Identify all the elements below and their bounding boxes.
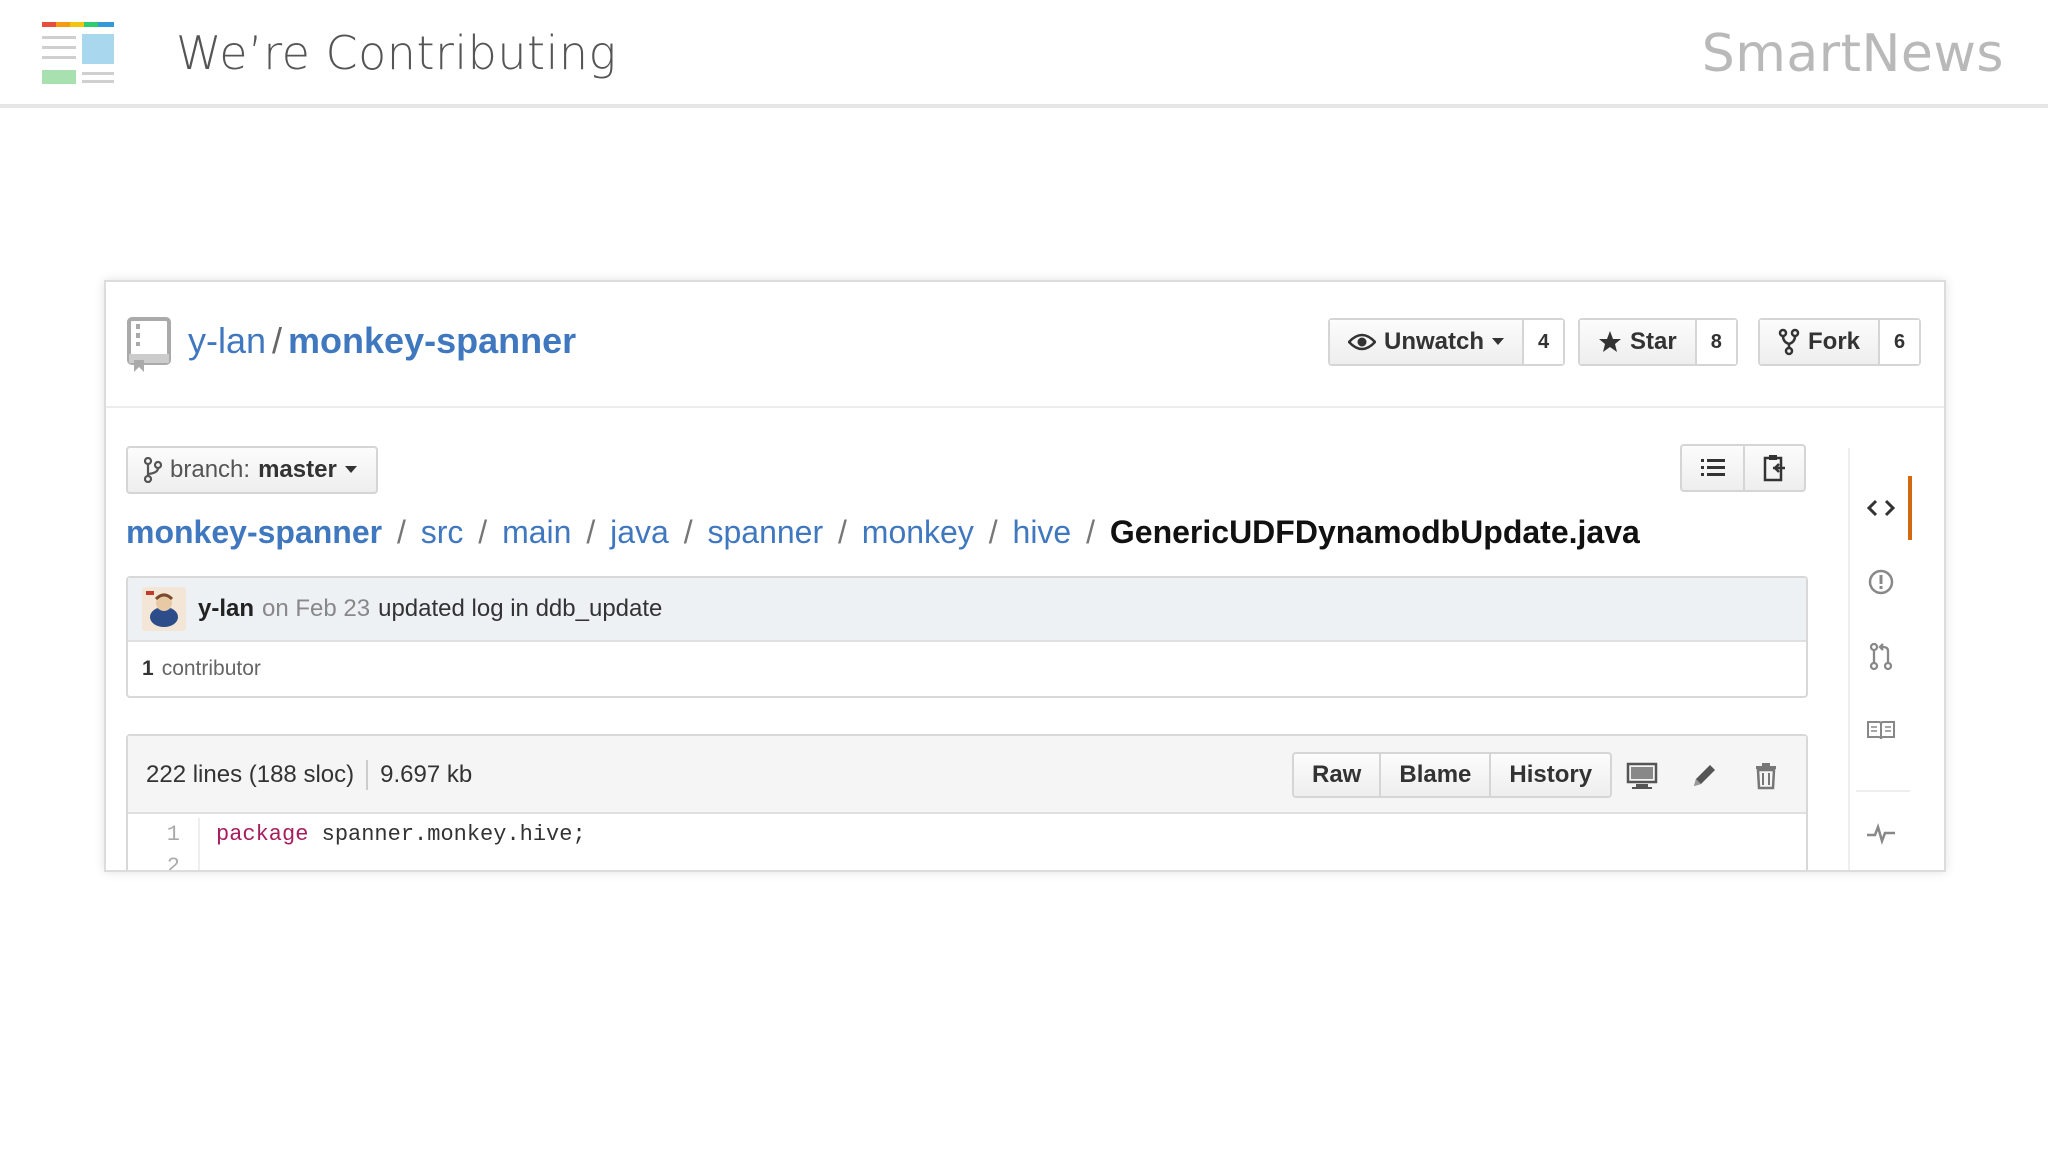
commit-message-link[interactable]: updated log in ddb_update xyxy=(378,595,662,623)
copy-path-button[interactable] xyxy=(1743,446,1804,490)
repo-name-link[interactable]: monkey-spanner xyxy=(288,320,576,361)
history-button[interactable]: History xyxy=(1489,754,1610,796)
unwatch-button[interactable]: Unwatch xyxy=(1330,320,1525,364)
repo-icon xyxy=(127,317,171,372)
slide-header: We’re Contributing SmartNews xyxy=(0,0,2048,108)
star-button[interactable]: Star xyxy=(1580,320,1697,364)
star-group: Star 8 xyxy=(1578,318,1738,366)
nav-pulse[interactable] xyxy=(1850,804,1912,864)
contributors-row[interactable]: 1 contributor xyxy=(128,642,1806,696)
list-icon xyxy=(1700,459,1725,476)
commit-date: on Feb 23 xyxy=(262,595,371,622)
smartnews-logo-icon xyxy=(42,22,114,84)
code-line: 2 xyxy=(128,850,1806,870)
branch-prefix: branch: xyxy=(170,456,251,483)
repo-title-separator: / xyxy=(272,320,283,361)
forks-count[interactable]: 6 xyxy=(1880,320,1920,364)
repo-owner-link[interactable]: y-lan xyxy=(188,320,266,361)
jump-to-line-button[interactable] xyxy=(1682,446,1743,490)
nav-wiki[interactable] xyxy=(1850,700,1912,760)
file-action-buttons: Raw Blame History xyxy=(1292,752,1613,798)
nav-code[interactable] xyxy=(1850,478,1912,538)
branch-select-button[interactable]: branch: master xyxy=(126,446,378,494)
book-icon xyxy=(1867,721,1895,740)
file-icon-buttons xyxy=(1626,760,1782,792)
repo-header: y-lan / monkey-spanner Unwatch 4 Star 8 Fo… xyxy=(106,282,1944,408)
breadcrumb-separator: / xyxy=(988,514,998,550)
caret-down-icon xyxy=(344,466,357,473)
nav-pull-requests[interactable] xyxy=(1850,626,1912,686)
code-line: 1 package spanner.monkey.hive; xyxy=(128,818,1806,850)
breadcrumb-separator: / xyxy=(396,514,406,550)
watch-group: Unwatch 4 xyxy=(1328,318,1566,366)
repo-title: y-lan / monkey-spanner xyxy=(188,320,576,362)
file-tools xyxy=(1680,444,1806,492)
latest-commit-box: y-lan on Feb 23 updated log in ddb_updat… xyxy=(126,576,1808,698)
breadcrumb-link-src[interactable]: src xyxy=(421,514,464,550)
slide-title: We’re Contributing xyxy=(176,26,617,80)
star-label: Star xyxy=(1630,328,1677,355)
star-icon xyxy=(1599,331,1621,352)
contributors-label: contributor xyxy=(161,657,261,680)
raw-button[interactable]: Raw xyxy=(1294,754,1379,796)
code-text: package spanner.monkey.hive; xyxy=(200,822,586,847)
unwatch-label: Unwatch xyxy=(1384,328,1485,355)
watchers-count[interactable]: 4 xyxy=(1524,320,1564,364)
trash-icon[interactable] xyxy=(1750,760,1782,792)
stars-count[interactable]: 8 xyxy=(1696,320,1736,364)
file-size: 9.697 kb xyxy=(380,761,473,788)
file-info: 222 lines (188 sloc) 9.697 kb xyxy=(146,760,472,790)
commit-author-link[interactable]: y-lan xyxy=(198,595,254,623)
line-number[interactable]: 1 xyxy=(128,818,200,850)
breadcrumb-link-hive[interactable]: hive xyxy=(1013,514,1072,550)
pencil-icon[interactable] xyxy=(1688,760,1720,792)
breadcrumb-separator: / xyxy=(683,514,693,550)
fork-group: Fork 6 xyxy=(1758,318,1922,366)
file-content-box: 222 lines (188 sloc) 9.697 kb Raw Blame … xyxy=(126,734,1808,870)
breadcrumb-separator: / xyxy=(478,514,488,550)
breadcrumb-current-file: GenericUDFDynamodbUpdate.java xyxy=(1109,514,1640,550)
breadcrumb-separator: / xyxy=(586,514,596,550)
code-icon xyxy=(1867,499,1895,517)
brand-name: SmartNews xyxy=(1701,24,2004,84)
breadcrumb-separator: / xyxy=(1086,514,1095,550)
pull-request-icon xyxy=(1869,642,1893,671)
pulse-icon xyxy=(1867,823,1895,845)
side-nav-divider xyxy=(1856,790,1910,792)
file-line-count: 222 lines (188 sloc) xyxy=(146,761,355,788)
breadcrumb-link-spanner[interactable]: spanner xyxy=(707,514,823,550)
breadcrumb-link-main[interactable]: main xyxy=(502,514,571,550)
github-file-view: y-lan / monkey-spanner Unwatch 4 Star 8 Fo… xyxy=(104,280,1946,872)
file-info-divider xyxy=(366,760,369,790)
issue-icon xyxy=(1868,569,1894,595)
caret-down-icon xyxy=(1492,338,1505,345)
fork-icon xyxy=(1778,328,1800,356)
branch-name: master xyxy=(258,456,337,483)
breadcrumb-link-monkey[interactable]: monkey xyxy=(862,514,974,550)
fork-button[interactable]: Fork xyxy=(1760,320,1881,364)
line-number[interactable]: 2 xyxy=(128,850,200,870)
desktop-icon[interactable] xyxy=(1626,760,1658,792)
author-avatar[interactable] xyxy=(142,587,186,631)
eye-icon xyxy=(1348,333,1376,351)
branch-icon xyxy=(144,457,162,483)
breadcrumb-separator: / xyxy=(838,514,847,550)
file-breadcrumb: monkey-spanner / src / main / java / spa… xyxy=(126,514,1640,551)
breadcrumb-link-java[interactable]: java xyxy=(610,514,669,550)
repo-side-nav xyxy=(1848,448,1912,870)
commit-summary: y-lan on Feb 23 updated log in ddb_updat… xyxy=(128,578,1806,642)
blame-button[interactable]: Blame xyxy=(1379,754,1489,796)
file-header: 222 lines (188 sloc) 9.697 kb Raw Blame … xyxy=(128,736,1806,814)
breadcrumb-root-link[interactable]: monkey-spanner xyxy=(126,514,382,550)
nav-issues[interactable] xyxy=(1850,552,1912,612)
code-keyword: package xyxy=(216,821,309,847)
code-content: spanner.monkey.hive; xyxy=(308,821,586,847)
clipboard-icon xyxy=(1763,455,1785,482)
contributors-count: 1 xyxy=(142,657,154,680)
fork-label: Fork xyxy=(1808,328,1861,355)
